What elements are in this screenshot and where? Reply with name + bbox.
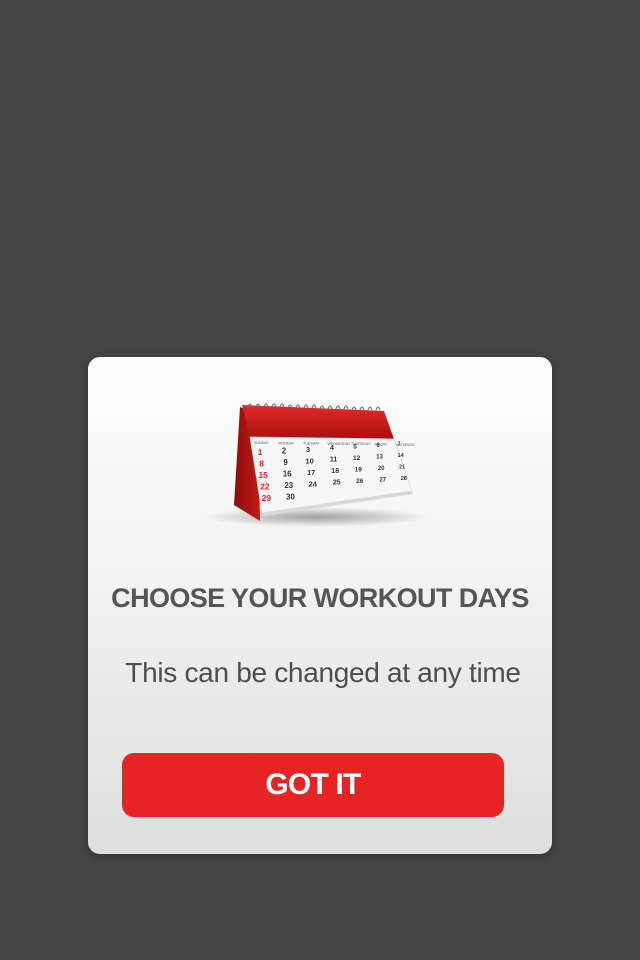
workout-days-dialog: SUNDAY MONDAY TUESDAY WEDNESDAY THURSDAY FRID… <box>88 357 552 854</box>
calendar-date: 27 <box>379 478 386 484</box>
calendar-date: 24 <box>309 479 318 488</box>
calendar-date: 22 <box>260 482 270 492</box>
calendar-date: 9 <box>283 458 288 467</box>
calendar-date: 17 <box>307 468 315 477</box>
calendar-date: 29 <box>262 493 272 503</box>
calendar-date: 26 <box>356 478 364 485</box>
calendar-date: 20 <box>378 466 385 472</box>
calendar-date: 10 <box>305 456 313 465</box>
calendar-date: 1 <box>258 447 263 457</box>
calendar-date: 5 <box>353 444 357 451</box>
calendar-date: 28 <box>401 476 407 482</box>
calendar-date: 14 <box>398 453 405 459</box>
calendar-date: 11 <box>330 457 338 464</box>
calendar-date: 8 <box>259 459 264 469</box>
calendar-day-header: SUNDAY <box>254 441 269 445</box>
calendar-date: 23 <box>284 481 293 490</box>
calendar-date: 30 <box>286 492 295 501</box>
calendar-date: 3 <box>306 445 310 454</box>
calendar-date: 4 <box>330 445 334 452</box>
calendar-date: 15 <box>258 470 268 480</box>
calendar-date: 13 <box>376 455 383 461</box>
calendar-date: 18 <box>331 468 339 475</box>
calendar-date: 12 <box>353 455 361 462</box>
calendar-date: 19 <box>355 467 363 474</box>
calendar-icon: SUNDAY MONDAY TUESDAY WEDNESDAY THURSDAY FRID… <box>204 403 428 527</box>
dialog-title: CHOOSE YOUR WORKOUT DAYS <box>111 583 529 613</box>
got-it-button[interactable]: GOT IT <box>122 753 504 817</box>
calendar-date: 7 <box>397 441 400 447</box>
calendar-date: 2 <box>282 446 287 455</box>
calendar-date: 21 <box>399 464 405 470</box>
dialog-subtitle: This can be changed at any time <box>125 657 521 688</box>
calendar-day-header: MONDAY <box>279 441 295 445</box>
calendar-date: 25 <box>333 480 341 487</box>
calendar-date: 16 <box>283 469 292 478</box>
